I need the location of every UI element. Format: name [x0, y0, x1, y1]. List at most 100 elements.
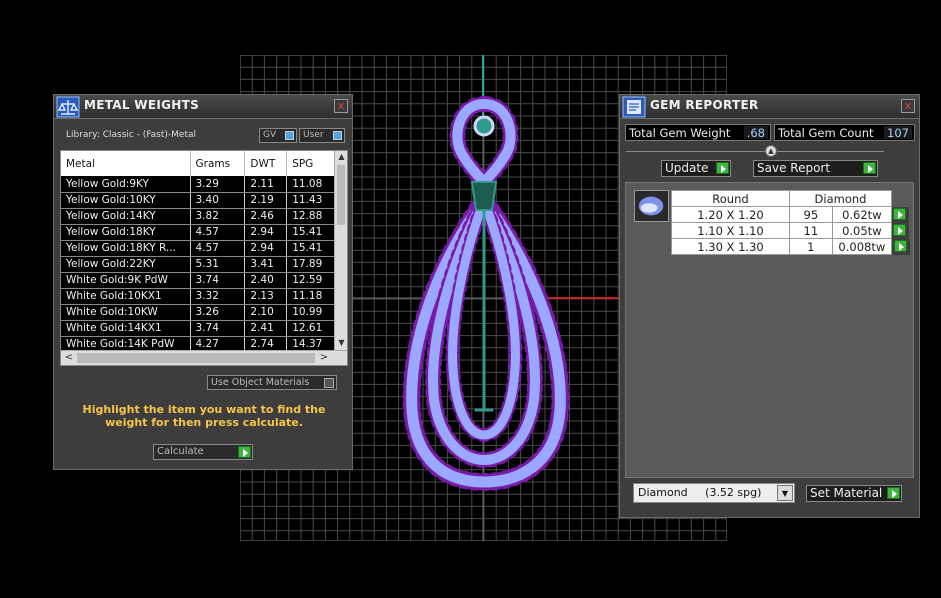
gv-toggle[interactable]: GV [259, 128, 297, 143]
gem-cell: 0.62tw [831, 206, 893, 223]
table-row[interactable]: Yellow Gold:18KY 4.57 2.94 15.41 [61, 224, 336, 241]
table-cell: 10.99 [286, 304, 336, 321]
chevron-down-icon[interactable]: ▼ [777, 485, 793, 501]
table-row[interactable]: White Gold:9K PdW 3.74 2.40 12.59 [61, 272, 336, 289]
column-header-grams[interactable]: Grams [190, 151, 246, 176]
table-cell: White Gold:10KX1 [61, 288, 191, 305]
table-cell: 2.94 [244, 240, 288, 257]
use-object-materials-label: Use Object Materials [211, 377, 310, 388]
table-row[interactable]: Yellow Gold:22KY 5.31 3.41 17.89 [61, 256, 336, 273]
horizontal-scrollbar[interactable]: < > [61, 350, 347, 365]
table-row[interactable]: White Gold:10KX1 3.32 2.13 11.18 [61, 288, 336, 305]
indicator-lamp-icon [285, 131, 294, 140]
scroll-right-icon[interactable]: > [317, 351, 331, 365]
table-cell: 15.41 [286, 240, 336, 257]
update-button[interactable]: Update [661, 160, 731, 177]
user-toggle[interactable]: User [299, 128, 345, 143]
total-gem-weight-value: .68 [743, 126, 768, 140]
table-cell: 11.43 [286, 192, 336, 209]
table-cell: 3.74 [190, 320, 246, 337]
table-row[interactable]: Yellow Gold:9KY 3.29 2.11 11.08 [61, 176, 336, 193]
scroll-thumb[interactable] [77, 353, 315, 363]
metal-table-container: Metal Grams DWT SPG Yellow Gold:9KY 3.29 2… [60, 150, 348, 366]
table-cell: 2.40 [244, 272, 288, 289]
indicator-lamp-icon [333, 131, 342, 140]
table-cell: White Gold:10KW [61, 304, 191, 321]
table-cell: 3.74 [190, 272, 246, 289]
go-arrow-icon [893, 223, 906, 236]
pendant-model[interactable] [400, 90, 570, 500]
table-cell: 11.18 [286, 288, 336, 305]
calculate-button[interactable]: Calculate [153, 444, 253, 460]
use-object-materials-toggle[interactable]: Use Object Materials [207, 375, 337, 390]
table-cell: 2.46 [244, 208, 288, 225]
total-gem-weight-label: Total Gem Weight [629, 126, 731, 140]
gem-cell: 11 [789, 222, 833, 239]
scroll-up-icon[interactable]: ▲ [336, 152, 347, 164]
table-cell: 15.41 [286, 224, 336, 241]
table-cell: Yellow Gold:18KY R... [61, 240, 191, 257]
gem-row-select-button[interactable] [891, 206, 910, 223]
table-cell: Yellow Gold:14KY [61, 208, 191, 225]
gem-cell: 1.30 X 1.30 [671, 238, 790, 255]
gem-cell: 95 [789, 206, 833, 223]
checkbox-icon [324, 378, 334, 388]
go-arrow-icon [716, 162, 729, 174]
table-cell: 2.11 [244, 176, 288, 193]
gem-cell: 0.05tw [831, 222, 893, 239]
column-header-spg[interactable]: SPG [286, 151, 336, 176]
table-cell: 3.41 [244, 256, 288, 273]
close-button[interactable]: x [901, 99, 915, 113]
table-cell: Yellow Gold:10KY [61, 192, 191, 209]
gem-cell: 1.20 X 1.20 [671, 206, 790, 223]
gem-row[interactable]: 1.30 X 1.30 1 0.008tw [671, 238, 910, 255]
gem-reporter-titlebar[interactable]: GEM REPORTER x [620, 95, 919, 119]
collapse-knob-icon[interactable]: ▲ [765, 145, 777, 157]
metal-weights-titlebar[interactable]: METAL WEIGHTS x [54, 95, 352, 119]
column-header-dwt[interactable]: DWT [244, 151, 288, 176]
gem-row-select-button[interactable] [891, 238, 910, 255]
gem-row-select-button[interactable] [891, 222, 910, 239]
round-gem-icon[interactable] [634, 190, 669, 222]
section-divider [626, 151, 884, 152]
save-report-button[interactable]: Save Report [753, 160, 878, 177]
gem-row[interactable]: 1.10 X 1.10 11 0.05tw [671, 222, 910, 239]
table-cell: 4.57 [190, 224, 246, 241]
go-arrow-icon [893, 239, 907, 252]
gem-cell: 0.008tw [831, 238, 893, 255]
table-cell: Yellow Gold:22KY [61, 256, 191, 273]
close-button[interactable]: x [334, 99, 348, 113]
scroll-down-icon[interactable]: ▼ [336, 338, 347, 350]
gem-row[interactable]: 1.20 X 1.20 95 0.62tw [671, 206, 910, 223]
table-row[interactable]: White Gold:14KX1 3.74 2.41 12.61 [61, 320, 336, 337]
table-row[interactable]: Yellow Gold:10KY 3.40 2.19 11.43 [61, 192, 336, 209]
table-cell: 12.61 [286, 320, 336, 337]
scroll-left-icon[interactable]: < [62, 351, 76, 365]
table-row[interactable]: White Gold:10KW 3.26 2.10 10.99 [61, 304, 336, 321]
gem-table-header-spacer [891, 190, 910, 207]
table-cell: 3.32 [190, 288, 246, 305]
column-header-metal[interactable]: Metal [61, 151, 191, 176]
metal-weights-panel: METAL WEIGHTS x Library: Classic - (Fast… [53, 94, 353, 470]
gem-list-area: Round Diamond 1.20 X 1.20 95 0.62tw 1.10 X … [625, 182, 914, 478]
go-arrow-icon [887, 487, 900, 499]
go-arrow-icon [238, 446, 251, 458]
set-material-button[interactable]: Set Material [806, 485, 902, 502]
table-row[interactable]: Yellow Gold:18KY R... 4.57 2.94 15.41 [61, 240, 336, 257]
table-cell: 2.10 [244, 304, 288, 321]
library-label: Library: Classic - (Fast)-Metal [66, 130, 197, 140]
table-row[interactable]: Yellow Gold:14KY 3.82 2.46 12.88 [61, 208, 336, 225]
material-dropdown[interactable]: Diamond (3.52 spg) ▼ [633, 483, 795, 503]
user-toggle-label: User [303, 130, 324, 140]
table-cell: 11.08 [286, 176, 336, 193]
help-text: Highlight the item you want to find the … [82, 403, 326, 429]
scale-icon [56, 96, 80, 118]
save-report-label: Save Report [757, 161, 831, 175]
total-gem-count-label: Total Gem Count [778, 126, 874, 140]
table-cell: 2.41 [244, 320, 288, 337]
scroll-thumb[interactable] [337, 165, 345, 225]
metal-table: Metal Grams DWT SPG Yellow Gold:9KY 3.29 2… [61, 151, 336, 353]
set-material-label: Set Material [810, 486, 883, 500]
gem-shape-header: Round [671, 190, 790, 207]
vertical-scrollbar[interactable]: ▲ ▼ [334, 151, 347, 351]
